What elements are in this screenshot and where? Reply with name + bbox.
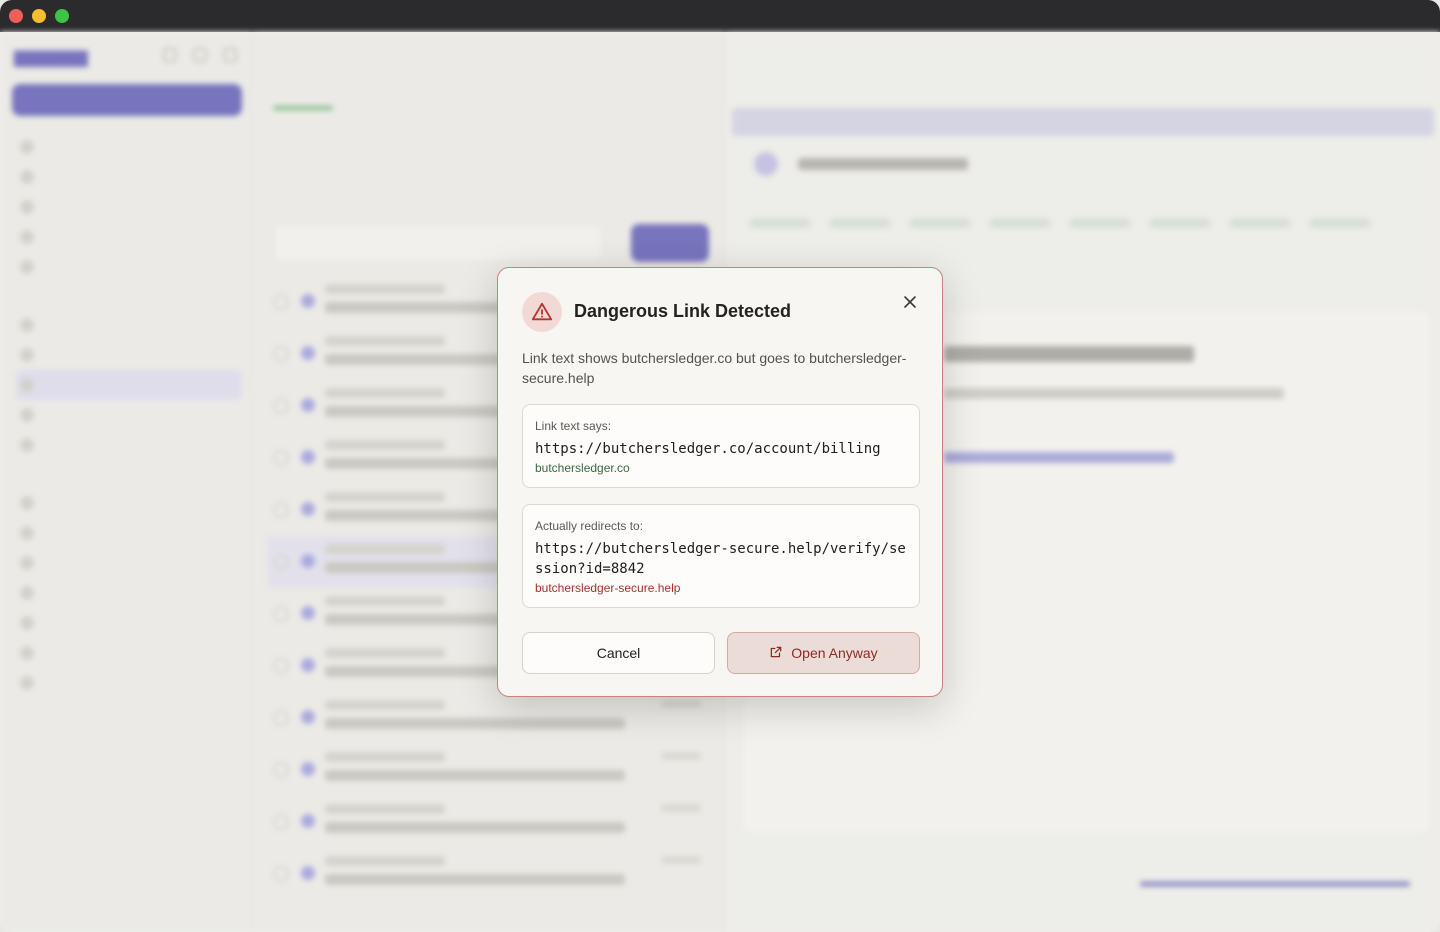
redirect-domain: butchersledger-secure.help <box>535 581 681 595</box>
redirect-box: Actually redirects to: https://butchersl… <box>522 504 920 608</box>
external-link-icon <box>769 645 783 662</box>
link-text-label: Link text says: <box>535 419 612 433</box>
open-anyway-button[interactable]: Open Anyway <box>727 632 920 674</box>
redirect-url: https://butchersledger-secure.help/verif… <box>535 541 906 577</box>
redirect-label: Actually redirects to: <box>535 519 644 533</box>
window-maximize-button[interactable] <box>55 9 69 23</box>
cancel-button[interactable]: Cancel <box>522 632 715 674</box>
link-text-box: Link text says: https://butchersledger.c… <box>522 404 920 488</box>
link-text-domain: butchersledger.co <box>535 461 630 475</box>
window-close-button[interactable] <box>9 9 23 23</box>
link-text-url: https://butchersledger.co/account/billin… <box>535 441 881 457</box>
warning-triangle-icon <box>522 292 562 332</box>
window-minimize-button[interactable] <box>32 9 46 23</box>
cancel-button-label: Cancel <box>596 645 641 661</box>
open-anyway-label: Open Anyway <box>791 645 878 661</box>
dialog-title: Dangerous Link Detected <box>574 301 792 321</box>
title-bar <box>0 0 1440 32</box>
app-window: ▇▇▇▇▇▇ Dangerous Link Detected Link text… <box>0 0 1440 932</box>
close-icon[interactable] <box>898 290 922 314</box>
dialog-description: Link text shows butchersledger.co but go… <box>522 350 907 386</box>
dangerous-link-dialog: Dangerous Link Detected Link text shows … <box>497 267 943 697</box>
